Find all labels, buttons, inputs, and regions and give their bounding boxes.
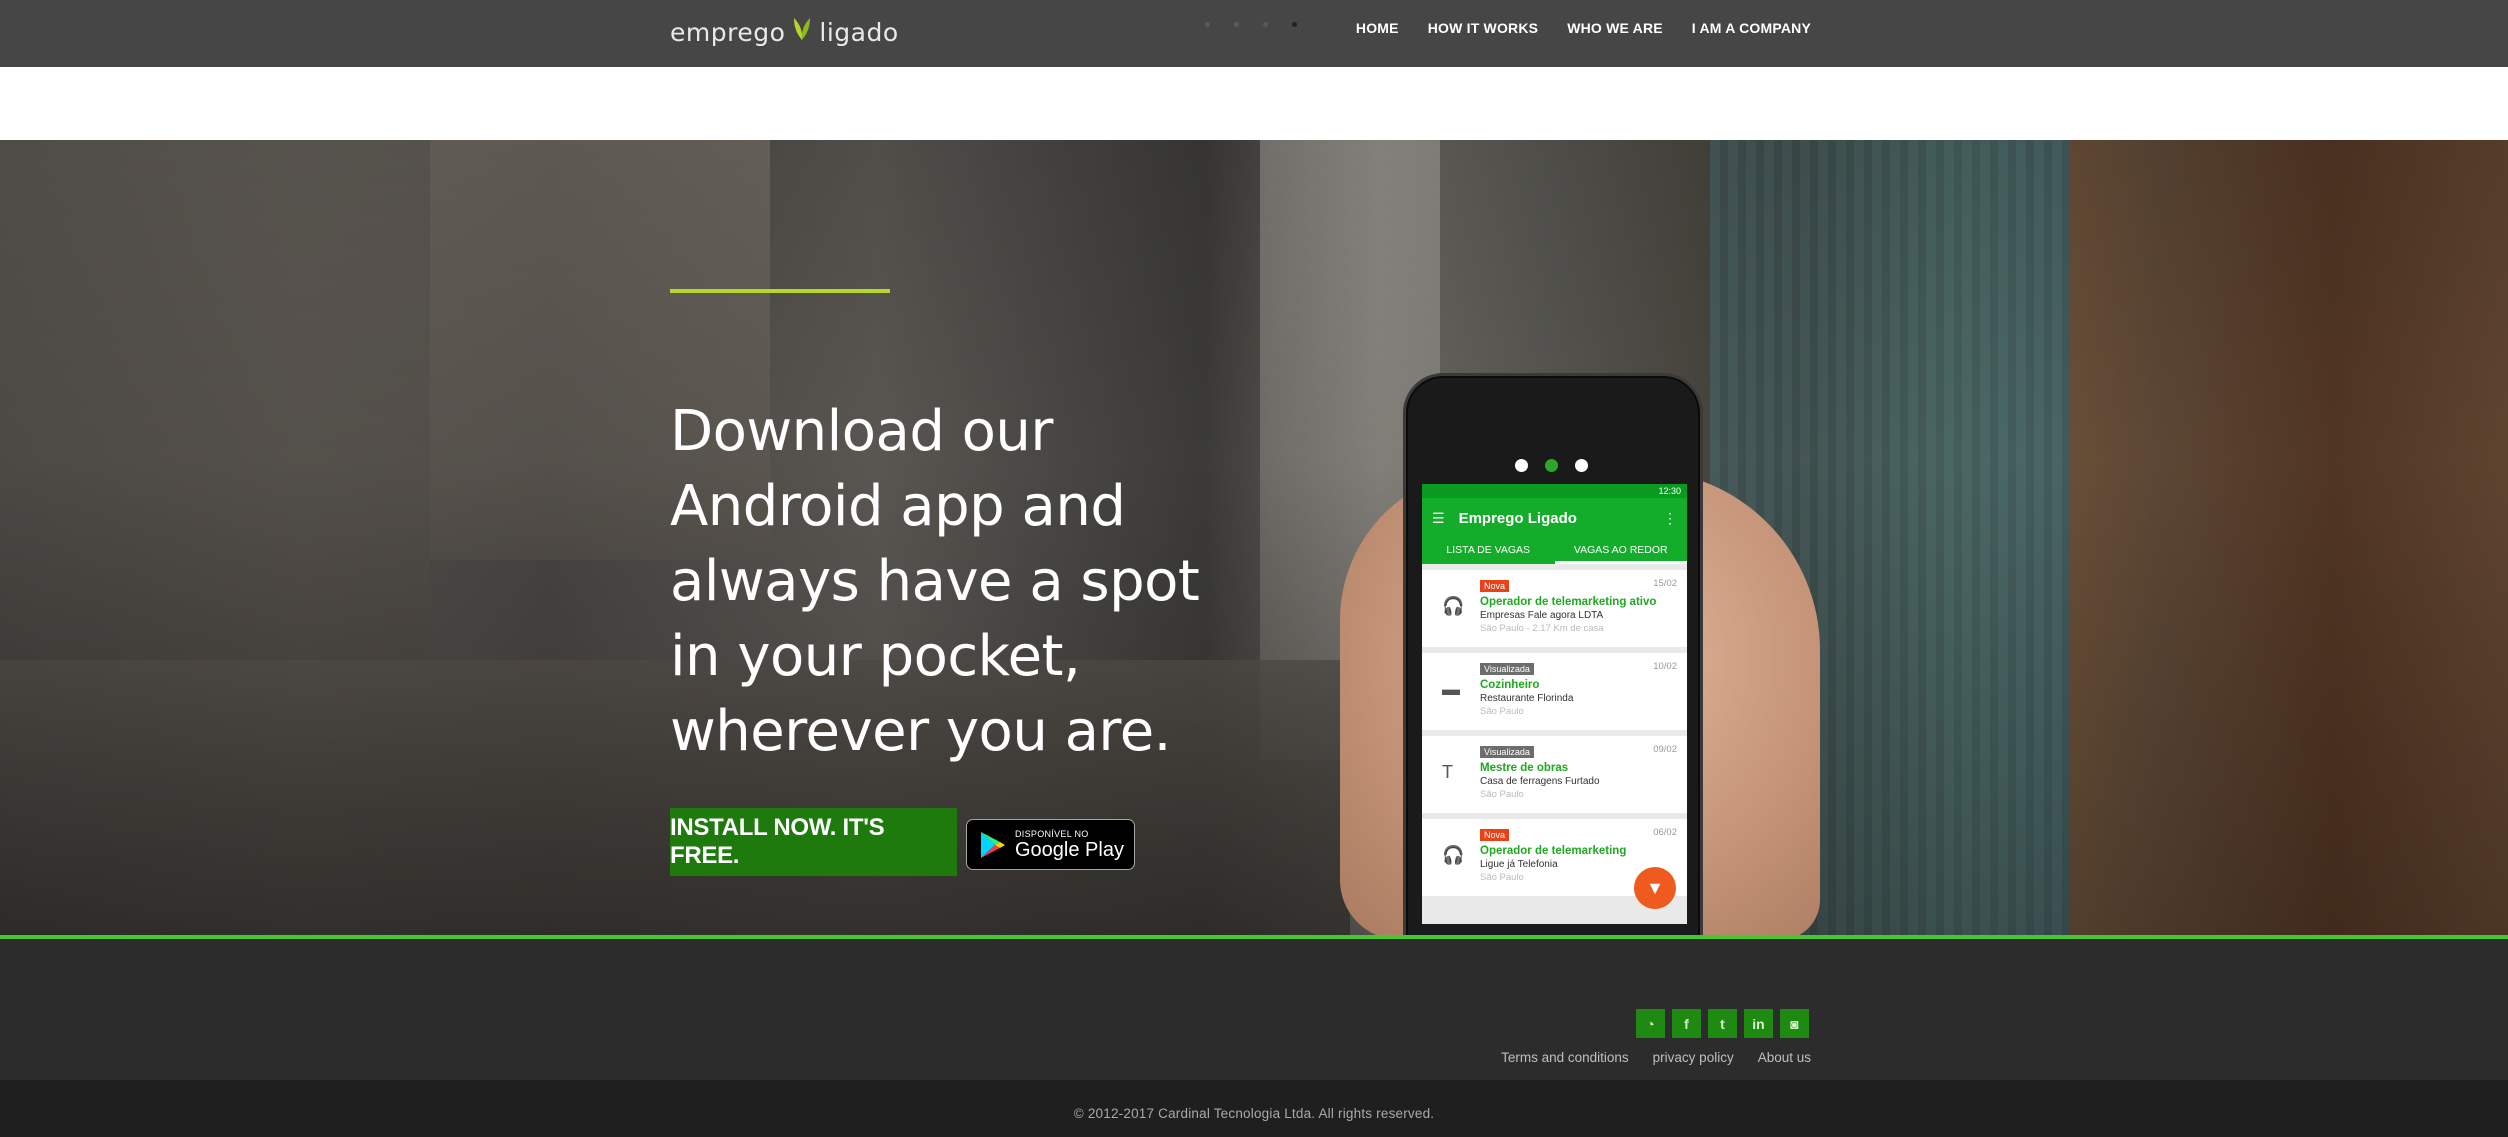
status-bar: 12:30 [1422,484,1687,498]
hero-section: Download our Android app and always have… [0,140,2508,937]
logo[interactable]: emprego ligado [670,12,899,52]
phone-mockup: 12:30 ☰ Emprego Ligado ⋮ LISTA DE VAGAS … [1403,373,1703,937]
job-date: 15/02 [1653,578,1677,589]
job-company: Restaurante Florinda [1480,693,1574,704]
privacy-link[interactable]: privacy policy [1653,1050,1734,1065]
logo-text-left: emprego [670,17,786,47]
phone-slider-dots [1515,459,1588,472]
logo-text-right: ligado [819,17,899,47]
slider-dot[interactable] [1205,22,1210,27]
main-menu: HOME HOW IT WORKS WHO WE ARE I AM A COMP… [1356,20,1811,36]
google-play-badge[interactable]: DISPONÍVEL NO Google Play [966,819,1135,870]
hero-overlay [0,140,2508,937]
facebook-icon[interactable]: f [1672,1009,1701,1038]
filter-fab-icon: ▼ [1634,867,1676,909]
phone-screen: 12:30 ☰ Emprego Ligado ⋮ LISTA DE VAGAS … [1422,484,1687,924]
job-title: Mestre de obras [1480,762,1569,774]
job-card: 🎧 Nova 15/02 Operador de telemarketing a… [1422,570,1687,647]
google-play-icon [981,831,1005,858]
leaf-icon [791,16,813,48]
nav-how-it-works[interactable]: HOW IT WORKS [1428,20,1539,36]
twitter-icon[interactable]: t [1708,1009,1737,1038]
instagram-icon[interactable]: ◙ [1780,1009,1809,1038]
linkedin-icon[interactable]: in [1744,1009,1773,1038]
install-button[interactable]: INSTALL NOW. IT'S FREE. [670,808,957,876]
tab-vagas-ao-redor: VAGAS AO REDOR [1554,538,1687,564]
job-company: Casa de ferragens Furtado [1480,776,1600,787]
accent-line [670,289,890,293]
google-play-big-text: Google Play [1015,838,1124,861]
job-date: 10/02 [1653,661,1677,672]
hero-headline: Download our Android app and always have… [670,399,1200,764]
app-bar: ☰ Emprego Ligado ⋮ [1422,498,1687,538]
job-title: Cozinheiro [1480,679,1540,691]
nav-who-we-are[interactable]: WHO WE ARE [1567,20,1663,36]
copyright: © 2012-2017 Cardinal Tecnologia Ltda. Al… [0,1080,2508,1137]
app-title: Emprego Ligado [1458,509,1577,527]
job-location: São Paulo - 2.17 Km de casa [1480,623,1604,634]
job-company: Empresas Fale agora LDTA [1480,610,1604,621]
tab-lista-de-vagas: LISTA DE VAGAS [1446,544,1531,556]
social-icons: ◔ f t in ◙ [1636,1009,1809,1038]
google-play-small-text: DISPONÍVEL NO [1015,828,1089,839]
phone-dot[interactable] [1515,459,1528,472]
rss-icon[interactable]: ◔ [1636,1009,1665,1038]
slider-dots [1205,22,1297,27]
footer: ◔ f t in ◙ Terms and conditions privacy … [0,939,2508,1080]
job-title: Operador de telemarketing ativo [1480,596,1657,608]
job-date: 09/02 [1653,744,1677,755]
job-date: 06/02 [1653,827,1677,838]
slider-dot[interactable] [1234,22,1239,27]
more-icon: ⋮ [1663,509,1677,526]
hammer-icon: T [1442,762,1453,782]
job-badge: Nova [1480,580,1510,592]
job-card: T Visualizada 09/02 Mestre de obras Casa… [1422,736,1687,813]
job-badge: Nova [1480,829,1510,841]
headset-icon: 🎧 [1442,596,1465,616]
footer-links: Terms and conditions privacy policy Abou… [1501,1050,1811,1065]
pot-icon: ▬ [1442,679,1460,699]
slider-dot[interactable] [1263,22,1268,27]
menu-icon: ☰ [1432,509,1445,526]
white-spacer [0,67,2508,140]
slider-dot-active[interactable] [1292,22,1297,27]
job-location: São Paulo [1480,789,1524,800]
nav-home[interactable]: HOME [1356,20,1399,36]
job-badge: Visualizada [1480,663,1534,675]
job-title: Operador de telemarketing [1480,845,1627,857]
headset-icon: 🎧 [1442,845,1465,865]
phone-dot-active[interactable] [1545,459,1558,472]
terms-link[interactable]: Terms and conditions [1501,1050,1629,1065]
about-link[interactable]: About us [1758,1050,1811,1065]
job-card: ▬ Visualizada 10/02 Cozinheiro Restauran… [1422,653,1687,730]
phone-dot[interactable] [1575,459,1588,472]
top-navbar: emprego ligado HOME HOW IT WORKS WHO WE … [0,0,2508,67]
nav-i-am-a-company[interactable]: I AM A COMPANY [1692,20,1811,36]
app-tabs: LISTA DE VAGAS VAGAS AO REDOR [1422,538,1687,564]
job-location: São Paulo [1480,706,1524,717]
job-badge: Visualizada [1480,746,1534,758]
